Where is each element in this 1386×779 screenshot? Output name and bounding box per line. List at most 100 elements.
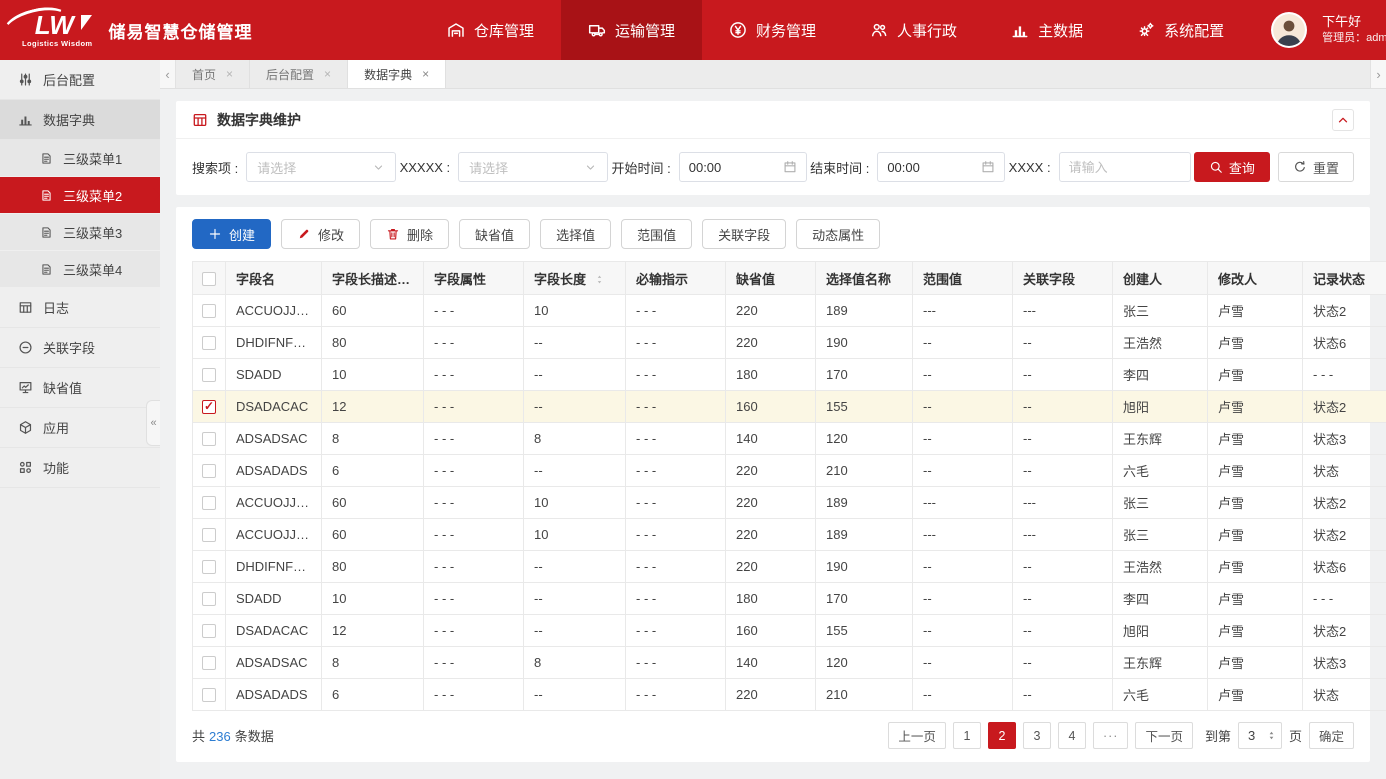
table-cell: -- bbox=[913, 551, 1013, 583]
select-all-checkbox[interactable] bbox=[202, 272, 216, 286]
row-checkbox[interactable] bbox=[202, 656, 216, 670]
table-row[interactable]: ACCUOJJDJN60- - -10- - -220189------张三卢雪… bbox=[193, 519, 1386, 551]
sidebar-item[interactable]: 三级菜单1 bbox=[0, 140, 160, 177]
row-checkbox[interactable] bbox=[202, 432, 216, 446]
table-row[interactable]: ADSADADS6- - ---- - -220210----六毛卢雪状态 bbox=[193, 455, 1386, 487]
row-checkbox[interactable] bbox=[202, 688, 216, 702]
sidebar-item[interactable]: 数据字典 bbox=[0, 100, 160, 140]
table-cell: -- bbox=[1013, 391, 1113, 423]
row-checkbox[interactable] bbox=[202, 336, 216, 350]
toolbar-button[interactable]: 修改 bbox=[281, 219, 360, 249]
tab[interactable]: 首页× bbox=[176, 60, 250, 88]
tab-close-icon[interactable]: × bbox=[422, 67, 429, 81]
reset-button[interactable]: 重置 bbox=[1278, 152, 1354, 182]
table-row[interactable]: DSADACAC12- - ---- - -160155----旭阳卢雪状态2 bbox=[193, 615, 1386, 647]
table-row[interactable]: DHDIFNFJJJ80- - ---- - -220190----王浩然卢雪状… bbox=[193, 327, 1386, 359]
panel-collapse-button[interactable] bbox=[1332, 109, 1354, 131]
page-number-button[interactable]: 4 bbox=[1058, 722, 1086, 749]
calendar-icon[interactable] bbox=[981, 160, 995, 174]
topnav-item[interactable]: 运输管理 bbox=[561, 0, 702, 60]
row-checkbox[interactable] bbox=[202, 496, 216, 510]
next-page-button[interactable]: 下一页 bbox=[1135, 722, 1193, 749]
goto-suffix-label: 页 bbox=[1289, 726, 1302, 745]
topnav-item[interactable]: 财务管理 bbox=[702, 0, 843, 60]
bar-chart-icon bbox=[1011, 21, 1029, 39]
page-number-button[interactable]: ··· bbox=[1093, 722, 1129, 749]
page-number-button[interactable]: 3 bbox=[1023, 722, 1051, 749]
toolbar-button[interactable]: 范围值 bbox=[621, 219, 692, 249]
sidebar-item[interactable]: 后台配置 bbox=[0, 60, 160, 100]
table-row[interactable]: ADSADSAC8- - -8- - -140120----王东辉卢雪状态3 bbox=[193, 423, 1386, 455]
tab[interactable]: 后台配置× bbox=[250, 60, 348, 88]
xxxxx-select[interactable]: 请选择 bbox=[458, 152, 608, 182]
tabs-scroll-left-icon[interactable]: ‹ bbox=[160, 60, 176, 88]
sidebar-item[interactable]: 应用 bbox=[0, 408, 160, 448]
sidebar-item[interactable]: 三级菜单3 bbox=[0, 214, 160, 251]
avatar[interactable] bbox=[1271, 12, 1307, 48]
table-cell: 120 bbox=[816, 423, 913, 455]
topnav-item[interactable]: 仓库管理 bbox=[420, 0, 561, 60]
query-button[interactable]: 查询 bbox=[1194, 152, 1270, 182]
doc-icon bbox=[40, 226, 53, 239]
start-time-input[interactable] bbox=[689, 160, 773, 175]
table-row[interactable]: DSADACAC12- - ---- - -160155----旭阳卢雪状态2 bbox=[193, 391, 1386, 423]
column-header[interactable]: 字段长度 bbox=[524, 262, 626, 295]
sidebar-item[interactable]: 关联字段 bbox=[0, 328, 160, 368]
toolbar-button[interactable]: 缺省值 bbox=[459, 219, 530, 249]
start-time-group: 开始时间 : bbox=[612, 152, 807, 182]
column-header[interactable]: 字段长描述 bbox=[322, 262, 424, 295]
table-row[interactable]: SDADD10- - ---- - -180170----李四卢雪- - - bbox=[193, 583, 1386, 615]
table-cell: -- bbox=[1013, 583, 1113, 615]
stepper-icon[interactable] bbox=[1266, 730, 1277, 741]
page-number-button[interactable]: 1 bbox=[953, 722, 981, 749]
toolbar-button[interactable]: 关联字段 bbox=[702, 219, 786, 249]
end-time-input[interactable] bbox=[887, 160, 971, 175]
sidebar-collapse-handle[interactable]: « bbox=[146, 400, 160, 446]
search-item-select[interactable]: 请选择 bbox=[246, 152, 396, 182]
row-checkbox[interactable] bbox=[202, 400, 216, 414]
row-checkbox[interactable] bbox=[202, 592, 216, 606]
tab-close-icon[interactable]: × bbox=[324, 67, 331, 81]
table-row[interactable]: DHDIFNFJJJ80- - ---- - -220190----王浩然卢雪状… bbox=[193, 551, 1386, 583]
table-row[interactable]: ACCUOJJDJN60- - -10- - -220189------张三卢雪… bbox=[193, 487, 1386, 519]
topnav-item[interactable]: 人事行政 bbox=[843, 0, 984, 60]
table-header-row: 字段名字段长描述字段属性字段长度必输指示缺省值选择值名称范围值关联字段创建人修改… bbox=[193, 262, 1386, 295]
topnav-item[interactable]: 主数据 bbox=[984, 0, 1110, 60]
row-checkbox[interactable] bbox=[202, 304, 216, 318]
table-row[interactable]: ADSADADS6- - ---- - -220210----六毛卢雪状态 bbox=[193, 679, 1386, 711]
row-checkbox[interactable] bbox=[202, 624, 216, 638]
sidebar-item[interactable]: 日志 bbox=[0, 288, 160, 328]
toolbar-button[interactable]: 动态属性 bbox=[796, 219, 880, 249]
row-checkbox-cell bbox=[193, 487, 226, 519]
goto-page-input[interactable]: 3 bbox=[1238, 722, 1282, 749]
calendar-icon[interactable] bbox=[783, 160, 797, 174]
goto-confirm-button[interactable]: 确定 bbox=[1309, 722, 1354, 749]
sidebar-item[interactable]: 缺省值 bbox=[0, 368, 160, 408]
toolbar-button[interactable]: 选择值 bbox=[540, 219, 611, 249]
xxxx-input[interactable] bbox=[1069, 160, 1153, 175]
table-row[interactable]: ACCUOJJDJN60- - -10- - -220189------张三卢雪… bbox=[193, 295, 1386, 327]
row-checkbox[interactable] bbox=[202, 368, 216, 382]
toolbar-button[interactable]: 创建 bbox=[192, 219, 271, 249]
sort-icon[interactable] bbox=[594, 274, 605, 285]
prev-page-button[interactable]: 上一页 bbox=[888, 722, 946, 749]
row-checkbox[interactable] bbox=[202, 560, 216, 574]
tabs-scroll-right-icon[interactable]: › bbox=[1370, 60, 1386, 88]
sidebar-item[interactable]: 三级菜单2 bbox=[0, 177, 160, 214]
table-cell: - - - bbox=[424, 647, 524, 679]
toolbar-button[interactable]: 删除 bbox=[370, 219, 449, 249]
row-checkbox[interactable] bbox=[202, 528, 216, 542]
table-cell: 旭阳 bbox=[1113, 391, 1208, 423]
page-number-button[interactable]: 2 bbox=[988, 722, 1016, 749]
sidebar-item[interactable]: 功能 bbox=[0, 448, 160, 488]
tab[interactable]: 数据字典× bbox=[348, 60, 446, 88]
sidebar-item[interactable]: 三级菜单4 bbox=[0, 251, 160, 288]
topnav-item[interactable]: 系统配置 bbox=[1110, 0, 1251, 60]
table-row[interactable]: SDADD10- - ---- - -180170----李四卢雪- - - bbox=[193, 359, 1386, 391]
app-header: LW Logistics Wisdom 储易智慧仓储管理 仓库管理运输管理财务管… bbox=[0, 0, 1386, 60]
table-cell: --- bbox=[1013, 519, 1113, 551]
table-row[interactable]: ADSADSAC8- - -8- - -140120----王东辉卢雪状态3 bbox=[193, 647, 1386, 679]
tab-close-icon[interactable]: × bbox=[226, 67, 233, 81]
table-cell: --- bbox=[1013, 487, 1113, 519]
row-checkbox[interactable] bbox=[202, 464, 216, 478]
